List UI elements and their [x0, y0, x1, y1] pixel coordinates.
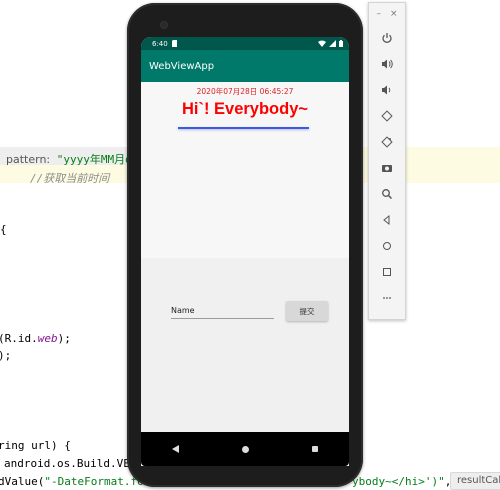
home-icon	[383, 242, 391, 250]
emulator-toolbar: – ×	[368, 2, 406, 320]
name-input[interactable]: Name	[171, 304, 274, 319]
status-time: 6:40	[152, 39, 168, 48]
status-bar: 6:40	[141, 37, 349, 50]
eval-string-b: ybody~</hi>')"	[352, 475, 445, 488]
navigation-bar	[141, 432, 349, 466]
name-field-hint: Name	[171, 306, 195, 315]
date-display: 2020年07月28日 06:45:27	[196, 87, 294, 96]
native-form-area: Name 提交	[141, 258, 349, 434]
toolbar-window-controls: – ×	[369, 3, 405, 25]
volume-up-button[interactable]	[369, 51, 405, 77]
overview-button[interactable]	[369, 259, 405, 285]
zoom-button[interactable]	[369, 181, 405, 207]
method-signature: ring url) {	[0, 439, 71, 452]
front-camera-dot	[160, 21, 168, 29]
code-line-close[interactable]: );	[0, 349, 11, 362]
sd-card-icon	[171, 40, 177, 47]
power-icon	[382, 33, 392, 43]
home-button[interactable]	[369, 233, 405, 259]
submit-button[interactable]: 提交	[286, 301, 328, 321]
findview-suffix: );	[57, 332, 71, 345]
code-line-pattern[interactable]: pattern: "yyyy年MM月dd	[6, 151, 138, 167]
rotate-left-icon	[381, 110, 393, 122]
brace-text: {	[0, 223, 7, 236]
code-line-method[interactable]: ring url) {	[0, 439, 71, 452]
rotate-right-icon	[381, 136, 393, 148]
minimize-button[interactable]: –	[376, 9, 381, 19]
webview-heading: Hi`! Everybody~	[181, 100, 309, 118]
app-bar: WebViewApp	[141, 50, 349, 82]
signal-icon	[329, 40, 336, 47]
wifi-icon	[318, 40, 326, 47]
rotate-right-button[interactable]	[369, 129, 405, 155]
close-button[interactable]: ×	[390, 9, 398, 19]
phone-screen: 6:40 WebViewApp 2020年07月28日 06:45:27 Hi`…	[141, 37, 349, 466]
nav-back-icon[interactable]	[172, 445, 180, 453]
screenshot-button[interactable]	[369, 155, 405, 181]
webview[interactable]: 2020年07月28日 06:45:27 Hi`! Everybody~	[141, 82, 349, 258]
back-icon	[383, 214, 390, 226]
code-line-findview[interactable]: (R.id.web);	[0, 332, 71, 345]
more-icon	[383, 297, 391, 299]
result-callback-hint: resultCall	[450, 472, 500, 490]
more-button[interactable]	[369, 285, 405, 311]
back-button[interactable]	[369, 207, 405, 233]
findview-prefix: (R.id.	[0, 332, 38, 345]
volume-down-button[interactable]	[369, 77, 405, 103]
code-line-comment[interactable]: //获取当前时间	[30, 170, 109, 186]
heading-underline	[178, 127, 309, 129]
code-line-evaluate-tail[interactable]: ybody~</hi>')",	[352, 475, 451, 488]
zoom-icon	[382, 189, 393, 200]
rotate-left-button[interactable]	[369, 103, 405, 129]
eval-string-a: "-DateFormat.fo	[44, 475, 144, 488]
battery-icon	[339, 40, 343, 47]
power-button[interactable]	[369, 25, 405, 51]
volume-up-icon	[382, 59, 393, 69]
app-title: WebViewApp	[149, 60, 215, 72]
comment-text: //获取当前时间	[30, 172, 110, 185]
code-line-brace[interactable]: {	[0, 223, 7, 236]
camera-icon	[382, 165, 392, 172]
nav-recent-apps-icon[interactable]	[311, 446, 318, 452]
phone-emulator: 6:40 WebViewApp 2020年07月28日 06:45:27 Hi`…	[127, 3, 363, 487]
overview-icon	[383, 268, 391, 276]
code-line-evaluate[interactable]: dValue("-DateFormat.fo	[0, 475, 144, 488]
volume-down-icon	[382, 85, 391, 95]
eval-prefix: dValue(	[0, 475, 45, 488]
hint-label: pattern:	[6, 153, 51, 166]
close-paren-text: );	[0, 349, 12, 362]
nav-home-icon[interactable]	[241, 445, 249, 453]
findview-field: web	[37, 332, 58, 345]
